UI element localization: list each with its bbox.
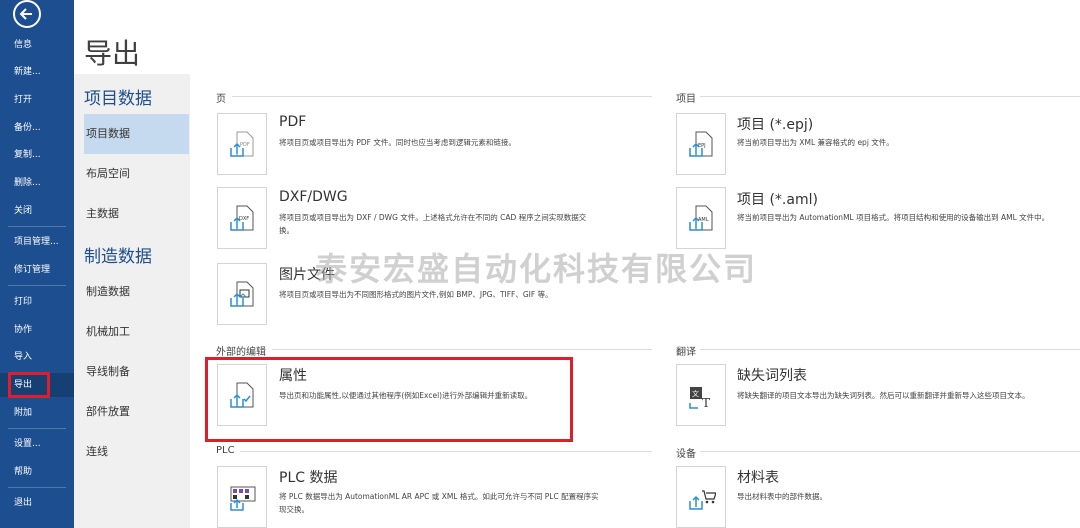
section-divider: [232, 96, 652, 97]
section-divider: [272, 349, 652, 350]
aml-icon-label: AML: [698, 217, 709, 223]
epj-card-desc: 将当前项目导出为 XML 兼容格式的 epj 文件。: [737, 138, 894, 147]
bom-card-title[interactable]: 材料表: [737, 467, 779, 487]
rail-item-copy[interactable]: 复制...: [0, 143, 74, 167]
rail-divider: [8, 428, 66, 429]
pdf-icon-label: PDF: [240, 142, 250, 148]
section-heading-external-editing: 外部的编辑: [216, 347, 266, 358]
section-divider: [700, 451, 1080, 452]
rail-item-info[interactable]: 信息: [0, 33, 74, 57]
properties-highlight-box: [205, 357, 573, 442]
rail-item-revision-management[interactable]: 修订管理: [0, 258, 74, 282]
category-header-project-data: 项目数据: [84, 89, 152, 109]
category-item-wire-preparation[interactable]: 导线制备: [84, 352, 189, 392]
dxf-card-title[interactable]: DXF/DWG: [279, 189, 348, 205]
section-heading-project: 项目: [676, 94, 696, 105]
category-item-machining[interactable]: 机械加工: [84, 312, 189, 352]
rail-item-backup[interactable]: 备份...: [0, 116, 74, 140]
rail-item-close[interactable]: 关闭: [0, 199, 74, 223]
pdf-export-icon[interactable]: PDF: [217, 113, 267, 175]
section-heading-plc: PLC: [216, 445, 235, 456]
svg-text:文: 文: [692, 389, 699, 398]
rail-divider: [8, 226, 66, 227]
bom-card-desc: 导出材料表中的部件数据。: [737, 492, 827, 501]
missing-words-card-desc: 将缺失翻译的项目文本导出为缺失词列表。然后可以重新翻译并重新导入这些项目文本。: [737, 391, 1030, 400]
pdf-card-desc: 将项目页或项目导出为 PDF 文件。同时也应当考虑到逻辑元素和链接。: [279, 138, 516, 147]
rail-item-addons[interactable]: 附加: [0, 401, 74, 425]
pdf-card-title[interactable]: PDF: [279, 114, 306, 130]
section-heading-page: 页: [216, 94, 226, 105]
rail-item-settings[interactable]: 设置...: [0, 432, 74, 456]
section-divider: [700, 349, 1080, 350]
category-header-manufacturing-data: 制造数据: [84, 247, 152, 267]
epj-card-title[interactable]: 项目 (*.epj): [737, 114, 813, 134]
category-item-manufacturing-data[interactable]: 制造数据: [84, 272, 189, 312]
rail-item-print[interactable]: 打印: [0, 290, 74, 314]
plc-card-title[interactable]: PLC 数据: [279, 467, 337, 487]
category-item-wiring[interactable]: 连线: [84, 432, 189, 472]
category-item-project-data[interactable]: 项目数据: [84, 114, 189, 154]
image-export-icon[interactable]: [217, 263, 267, 325]
bom-export-icon[interactable]: [676, 466, 726, 528]
missing-words-card-title[interactable]: 缺失词列表: [737, 365, 807, 385]
aml-card-desc: 将当前项目导出为 AutomationML 项目格式。将项目结构和使用的设备输出…: [737, 213, 1050, 222]
rail-divider: [8, 285, 66, 286]
plc-export-icon[interactable]: [217, 466, 267, 528]
export-category-column: 项目数据 项目数据 布局空间 主数据 制造数据 制造数据 机械加工 导线制备 部…: [74, 74, 190, 528]
backstage-nav-rail: 信息 新建... 打开 备份... 复制... 删除... 关闭 项目管理...…: [0, 0, 74, 528]
section-divider: [240, 451, 652, 452]
rail-item-collaborate[interactable]: 协作: [0, 318, 74, 342]
export-highlight-box: [8, 372, 50, 398]
svg-text:T: T: [702, 396, 710, 410]
page-title: 导出: [84, 37, 141, 70]
rail-item-exit[interactable]: 退出: [0, 491, 74, 515]
rail-item-delete[interactable]: 删除...: [0, 171, 74, 195]
rail-item-help[interactable]: 帮助: [0, 460, 74, 484]
rail-item-project-management[interactable]: 项目管理...: [0, 230, 74, 254]
dxf-card-desc: 将项目页或项目导出为 DXF / DWG 文件。上述格式允许在不同的 CAD 程…: [279, 213, 587, 235]
section-divider: [700, 96, 1080, 97]
aml-card-title[interactable]: 项目 (*.aml): [737, 189, 818, 209]
dxf-icon-label: DXF: [239, 216, 249, 222]
section-heading-translation: 翻译: [676, 347, 696, 358]
watermark-text: 泰安宏盛自动化科技有限公司: [315, 250, 758, 288]
rail-item-import[interactable]: 导入: [0, 345, 74, 369]
plc-card-desc: 将 PLC 数据导出为 AutomationML AR APC 或 XML 格式…: [279, 492, 599, 514]
back-arrow-icon[interactable]: [13, 0, 41, 28]
category-item-layout-space[interactable]: 布局空间: [84, 154, 189, 194]
section-heading-devices: 设备: [676, 449, 696, 460]
missing-words-icon[interactable]: 文T: [676, 364, 726, 426]
category-item-master-data[interactable]: 主数据: [84, 194, 189, 234]
dxf-export-icon[interactable]: DXF: [217, 187, 267, 249]
rail-divider: [8, 487, 66, 488]
epj-export-icon[interactable]: EPJ: [676, 113, 726, 175]
rail-item-new[interactable]: 新建...: [0, 60, 74, 84]
aml-export-icon[interactable]: AML: [676, 187, 726, 249]
rail-item-open[interactable]: 打开: [0, 88, 74, 112]
category-item-part-placement[interactable]: 部件放置: [84, 392, 189, 432]
